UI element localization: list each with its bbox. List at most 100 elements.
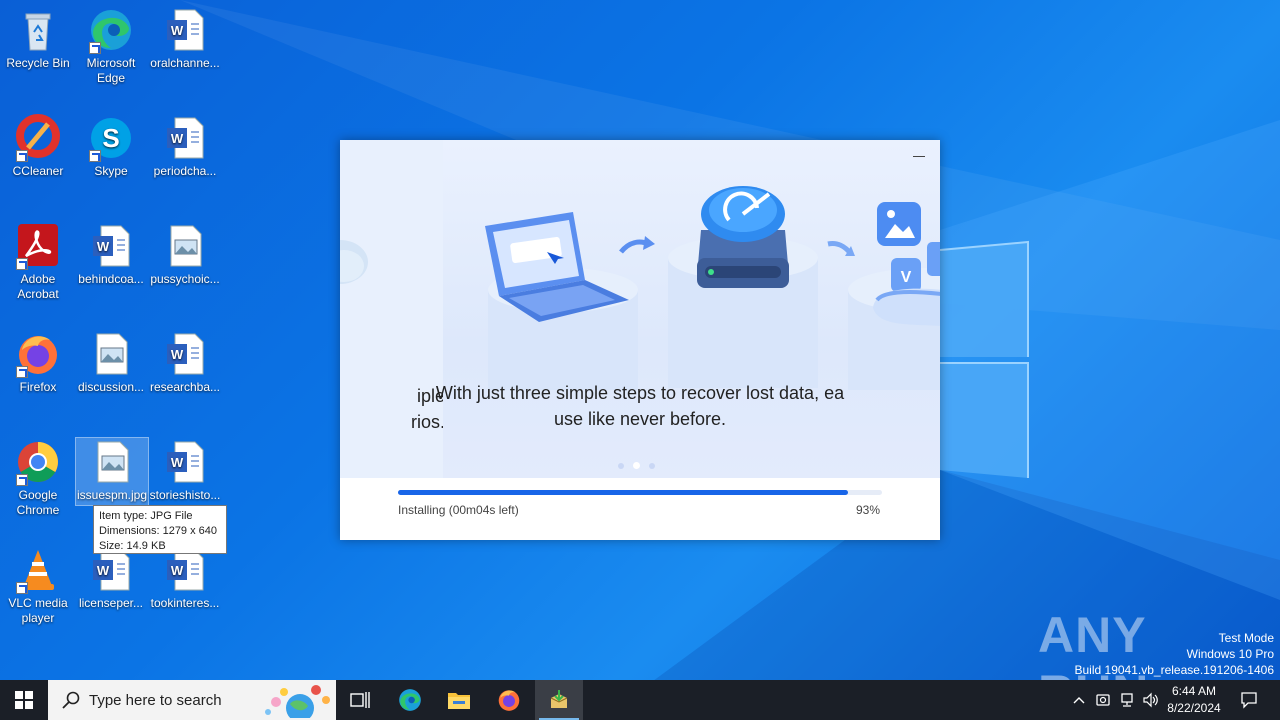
minimize-button[interactable] [912, 148, 926, 162]
desktop-icon-label: licenseper... [78, 596, 144, 610]
desktop-icon-skype[interactable]: S Skype [73, 114, 149, 179]
installer-window: iple rios. V With just three simple step… [340, 140, 940, 540]
search-icon [62, 691, 80, 709]
installation-progress: Installing (00m04s left) 93% [340, 478, 940, 540]
notification-icon [1241, 692, 1257, 709]
desktop-icon-ccleaner[interactable]: CCleaner [0, 114, 76, 179]
desktop-icon-google-chrome[interactable]: Google Chrome [0, 438, 76, 518]
folder-icon [448, 693, 470, 709]
windows-watermark: Test Mode Windows 10 Pro Build 19041.vb_… [1075, 630, 1275, 678]
desktop-icon-label: Recycle Bin [6, 56, 70, 70]
desktop-icon-oralchannel[interactable]: W oralchanne... [147, 6, 223, 71]
desktop-icon-label: researchba... [149, 380, 221, 394]
desktop-icon-recycle-bin[interactable]: Recycle Bin [0, 6, 76, 71]
word-document-icon: W [93, 225, 130, 267]
shortcut-arrow-icon [89, 150, 101, 162]
desktop-icon-label: tookinteres... [150, 596, 220, 610]
shortcut-arrow-icon [89, 42, 101, 54]
desktop-icon-periodcha[interactable]: W periodcha... [147, 114, 223, 179]
watermark-edition: Windows 10 Pro [1186, 647, 1274, 661]
taskbar-clock[interactable]: 6:44 AM 8/22/2024 [1160, 683, 1228, 717]
taskbar-firefox-button[interactable] [485, 680, 533, 720]
recovered-files-icon: V [873, 202, 940, 326]
desktop-icon-tookinteres[interactable]: W tookinteres... [147, 546, 223, 611]
word-document-icon: W [167, 117, 204, 159]
desktop-icon-label: Adobe Acrobat [17, 272, 59, 301]
desktop-icon-label: storieshisto... [149, 488, 221, 502]
desktop-icon-storieshisto[interactable]: W storieshisto... [147, 438, 223, 503]
desktop-icon-label: oralchanne... [150, 56, 220, 70]
progress-status: Installing (00m04s left) [398, 503, 519, 517]
hard-drive-icon [697, 186, 789, 288]
task-view-button[interactable] [336, 680, 384, 720]
desktop-icon-adobe-acrobat[interactable]: Adobe Acrobat [0, 222, 76, 302]
network-icon [1121, 693, 1133, 707]
image-file-icon [96, 333, 128, 375]
clock-time: 6:44 AM [1171, 684, 1217, 698]
word-document-icon: W [167, 333, 204, 375]
clock-date: 8/22/2024 [1167, 701, 1221, 715]
desktop-icon-pussychoic[interactable]: pussychoic... [147, 222, 223, 287]
slide-caption-line1: With just three simple steps to recover … [435, 383, 845, 403]
shortcut-arrow-icon [16, 366, 28, 378]
carousel-dots [618, 462, 655, 469]
desktop-icon-vlc[interactable]: VLC media player [0, 546, 76, 626]
shortcut-arrow-icon [16, 258, 28, 270]
desktop-icon-label: CCleaner [12, 164, 64, 178]
desktop-icon-licenseper[interactable]: W licenseper... [73, 546, 149, 611]
carousel-dot[interactable] [649, 462, 655, 469]
svg-text:W: W [97, 563, 110, 578]
svg-text:V: V [901, 269, 912, 286]
desktop-icon-label: Google Chrome [16, 488, 60, 517]
svg-text:W: W [171, 131, 184, 146]
taskbar-edge-button[interactable] [386, 680, 434, 720]
search-placeholder: Type here to search [89, 691, 222, 709]
desktop-icon-microsoft-edge[interactable]: Microsoft Edge [73, 6, 149, 86]
svg-text:W: W [171, 563, 184, 578]
desktop-icon-behindcoa[interactable]: W behindcoa... [73, 222, 149, 287]
file-tooltip: Item type: JPG File Dimensions: 1279 x 6… [93, 505, 227, 554]
svg-text:W: W [171, 455, 184, 470]
desktop-icon-issuespm[interactable]: issuespm.jpg [75, 437, 149, 506]
watermark-test-mode: Test Mode [1218, 631, 1274, 645]
speaker-icon [1143, 692, 1158, 708]
desktop-icon-label: behindcoa... [78, 272, 144, 286]
desktop-icon-discussion[interactable]: discussion... [73, 330, 149, 395]
svg-text:S: S [102, 123, 119, 153]
progress-bar-fill [398, 490, 849, 495]
svg-text:W: W [97, 239, 110, 254]
carousel-dot-active[interactable] [633, 462, 640, 469]
chevron-up-icon [1073, 697, 1085, 704]
installer-icon [550, 690, 568, 708]
desktop-icon-researchba[interactable]: W researchba... [147, 330, 223, 395]
shortcut-arrow-icon [16, 150, 28, 162]
taskbar-installer-button[interactable] [535, 680, 583, 720]
tooltip-item-type: Item type: JPG File [99, 510, 193, 522]
desktop-icon-firefox[interactable]: Firefox [0, 330, 76, 395]
shortcut-arrow-icon [16, 474, 28, 486]
desktop-icon-label: issuespm.jpg [76, 488, 148, 502]
recycle-bin-icon [25, 13, 51, 51]
tray-app-button[interactable] [1092, 680, 1114, 720]
shortcut-arrow-icon [16, 582, 28, 594]
carousel-dot[interactable] [618, 462, 624, 469]
taskbar-search-box[interactable]: Type here to search [48, 680, 336, 720]
watermark-build: Build 19041.vb_release.191206-1406 [1074, 663, 1275, 677]
tray-device-icon [1096, 694, 1110, 706]
svg-text:W: W [171, 347, 184, 362]
show-hidden-icons-button[interactable] [1068, 680, 1090, 720]
word-document-icon: W [167, 9, 204, 51]
desktop-icon-label: VLC media player [8, 596, 68, 625]
network-button[interactable] [1116, 680, 1138, 720]
action-center-button[interactable] [1234, 680, 1264, 720]
search-highlight-icon [265, 685, 330, 718]
start-button[interactable] [0, 680, 48, 720]
desktop-icon-label: Firefox [19, 380, 57, 394]
svg-text:W: W [171, 23, 184, 38]
image-file-icon [97, 441, 129, 483]
taskbar-file-explorer-button[interactable] [435, 680, 483, 720]
slide-caption-line2: use like never before. [553, 409, 727, 429]
firefox-icon [498, 690, 520, 711]
progress-percent: 93% [855, 503, 880, 517]
volume-button[interactable] [1140, 680, 1162, 720]
